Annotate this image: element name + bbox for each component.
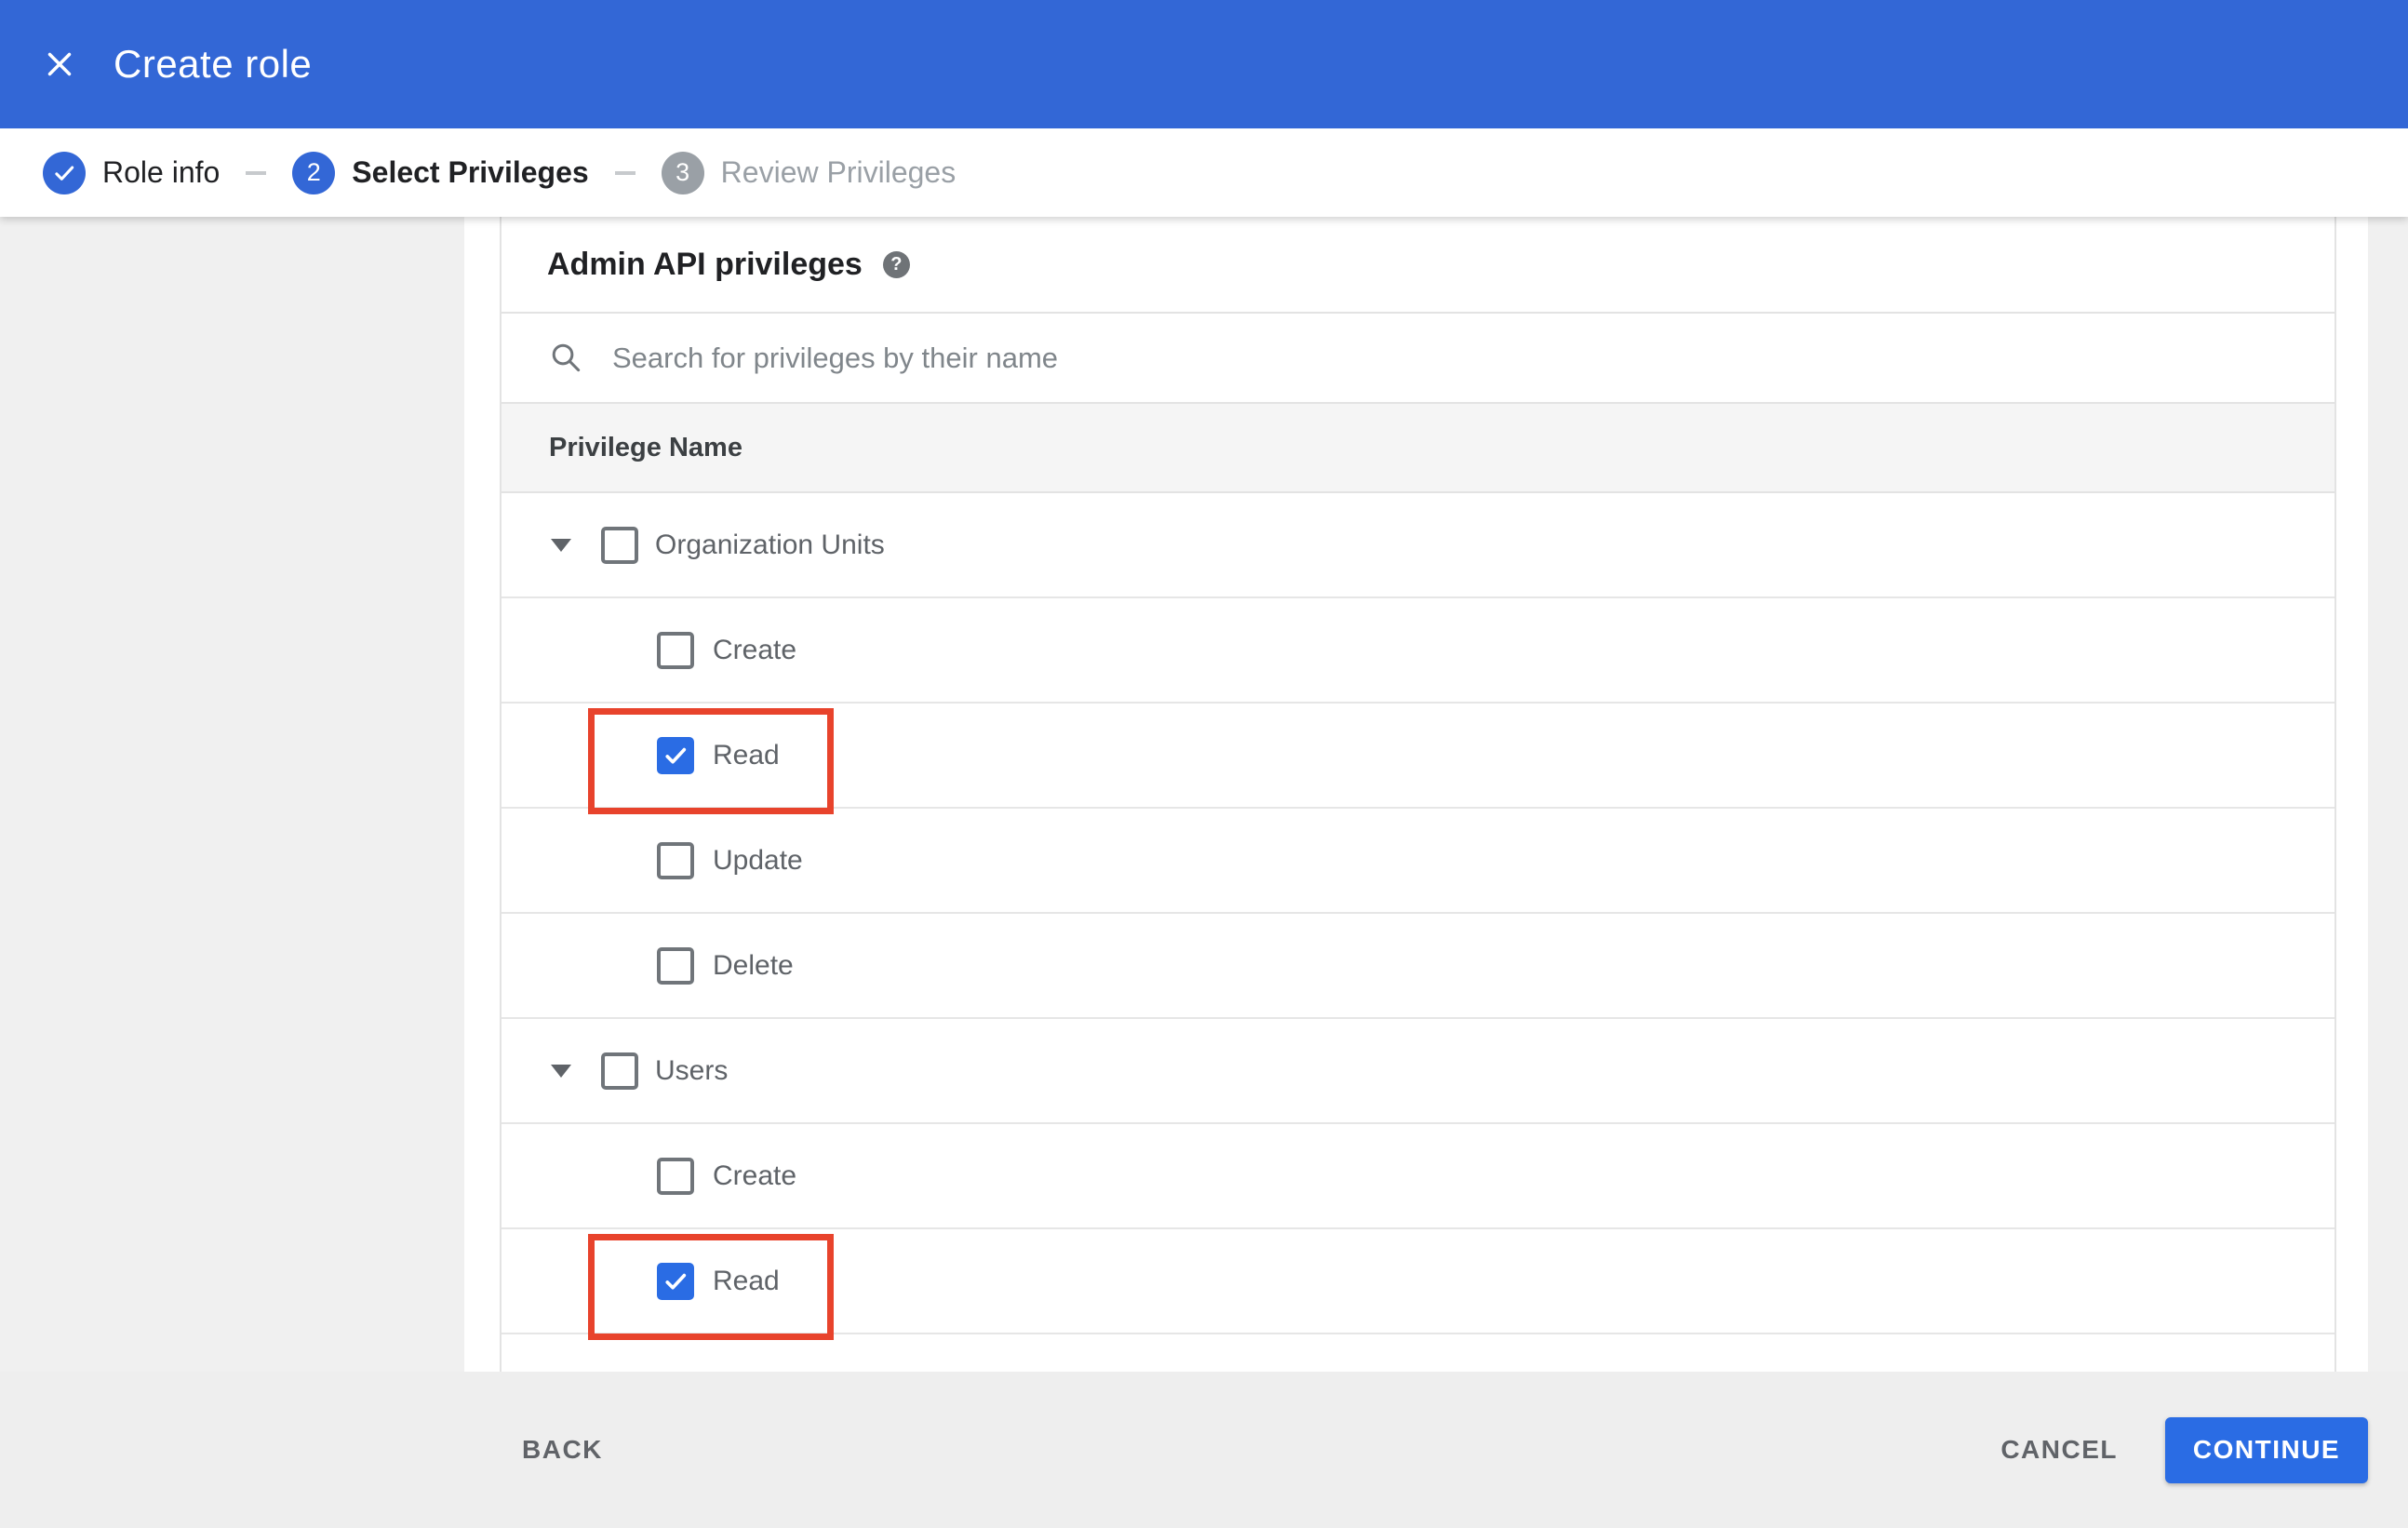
stepper: Role info 2 Select Privileges 3 Review P… xyxy=(0,128,2408,217)
collapse-arrow-icon[interactable] xyxy=(551,1064,571,1078)
highlight-box xyxy=(588,708,834,814)
table-row: Update xyxy=(502,809,2334,914)
step-connector xyxy=(614,170,635,175)
step-connector xyxy=(246,170,267,175)
search-row xyxy=(502,312,2334,402)
checkbox-unchecked[interactable] xyxy=(657,946,694,985)
step-label: Role info xyxy=(102,155,221,189)
collapse-arrow-icon[interactable] xyxy=(551,538,571,552)
dialog-footer: BACK CANCEL CONTINUE xyxy=(0,1372,2408,1528)
check-icon xyxy=(52,161,76,185)
table-row-partial xyxy=(502,1334,2334,1372)
table-row: Create xyxy=(502,1124,2334,1229)
continue-button[interactable]: CONTINUE xyxy=(2165,1416,2368,1483)
step-review-privileges[interactable]: 3 Review Privileges xyxy=(661,151,957,194)
dialog-header: Create role xyxy=(0,0,2408,128)
checkbox-unchecked[interactable] xyxy=(657,1157,694,1195)
privilege-label: Update xyxy=(713,844,803,876)
table-row: Read xyxy=(502,1229,2334,1340)
step-select-privileges[interactable]: 2 Select Privileges xyxy=(292,151,589,194)
privilege-label: Users xyxy=(655,1054,729,1086)
search-input[interactable] xyxy=(612,341,2008,375)
table-row: Delete xyxy=(502,914,2334,1019)
close-icon xyxy=(43,47,76,81)
table-column-header: Privilege Name xyxy=(502,402,2334,493)
privilege-label: Organization Units xyxy=(655,529,885,560)
checkbox-checked[interactable] xyxy=(657,1262,694,1300)
table-row: Users xyxy=(502,1019,2334,1124)
dialog-title: Create role xyxy=(114,42,313,86)
step-label: Select Privileges xyxy=(352,155,589,189)
privileges-table: Admin API privileges ? Privilege Name xyxy=(500,217,2336,1372)
privilege-label: Read xyxy=(713,1265,780,1296)
checkbox-unchecked[interactable] xyxy=(657,841,694,879)
step-completed-circle xyxy=(43,151,86,194)
checkbox-unchecked[interactable] xyxy=(601,1052,638,1090)
panel-title: Admin API privileges xyxy=(547,246,863,282)
privilege-label: Create xyxy=(713,1159,797,1191)
cancel-button[interactable]: CANCEL xyxy=(2000,1435,2118,1465)
privilege-rows: Organization Units Create Read Update Delete… xyxy=(502,493,2334,1372)
step-number-circle: 2 xyxy=(292,151,336,194)
step-number-circle: 3 xyxy=(661,151,704,194)
dialog-body: Admin API privileges ? Privilege Name xyxy=(0,217,2408,1372)
checkbox-checked[interactable] xyxy=(657,736,694,774)
table-row: Create xyxy=(502,598,2334,704)
step-label: Review Privileges xyxy=(720,155,957,189)
table-row: Read xyxy=(502,704,2334,814)
checkbox-unchecked[interactable] xyxy=(657,631,694,669)
help-icon[interactable]: ? xyxy=(882,250,910,278)
privilege-label: Delete xyxy=(713,949,794,981)
search-icon xyxy=(549,341,584,376)
step-role-info[interactable]: Role info xyxy=(43,151,221,194)
highlight-box xyxy=(588,1234,834,1340)
left-sidebar xyxy=(0,217,464,1372)
back-button[interactable]: BACK xyxy=(522,1435,603,1465)
create-role-dialog: Create role Role info 2 Select Privilege… xyxy=(0,0,2408,1528)
close-button[interactable] xyxy=(33,38,86,90)
column-header-label: Privilege Name xyxy=(549,432,742,462)
table-row: Organization Units xyxy=(502,493,2334,598)
privilege-label: Create xyxy=(713,634,797,665)
checkbox-unchecked[interactable] xyxy=(601,526,638,564)
content-panel: Admin API privileges ? Privilege Name xyxy=(464,217,2368,1372)
privilege-label: Read xyxy=(713,739,780,771)
panel-heading: Admin API privileges ? xyxy=(502,217,2334,312)
